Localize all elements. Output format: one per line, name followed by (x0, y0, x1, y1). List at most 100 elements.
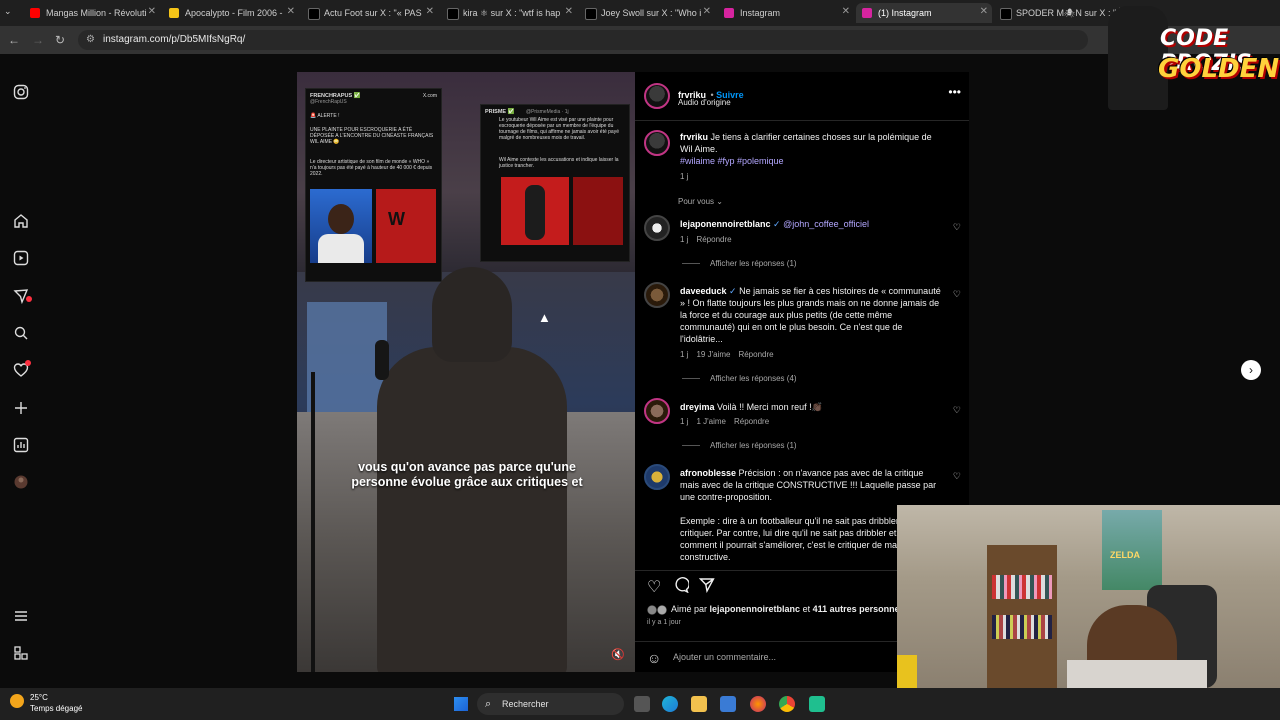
comment-avatar[interactable] (644, 282, 670, 308)
browser-tab-bar: ⌄ Mangas Million - Révolution ✕ Apocalypt… (0, 0, 1280, 26)
site-info-icon[interactable]: ⚙ (86, 30, 95, 50)
tab-6-active[interactable]: (1) Instagram ✕ (856, 3, 992, 23)
more-options-icon[interactable]: ••• (948, 85, 961, 99)
like-comment-icon[interactable]: ♡ (953, 289, 961, 300)
back-icon[interactable]: ← (8, 33, 20, 47)
for-you-dropdown[interactable]: Pour vous ⌄ (678, 197, 723, 206)
tweet-photo (501, 177, 569, 245)
video-subtitle: vous qu'on avance pas parce qu'une perso… (351, 460, 583, 489)
audio-label[interactable]: Audio d'origine (678, 98, 731, 107)
reply-button[interactable]: Répondre (696, 235, 731, 244)
windows-taskbar: 25°C Temps dégagé ⌕ Rechercher (0, 688, 1280, 720)
messages-icon[interactable] (13, 288, 32, 305)
author-avatar[interactable] (644, 83, 670, 109)
comment-1-meta: 1 j 19 J'aime Répondre (680, 350, 774, 359)
chrome-icon[interactable] (779, 696, 795, 712)
menu-icon[interactable] (13, 608, 29, 624)
close-tab-icon[interactable]: ✕ (148, 6, 156, 17)
tab-3[interactable]: kira ⚛ sur X : "wtf is hap ✕ (441, 3, 577, 23)
instagram-icon (724, 8, 734, 18)
create-icon[interactable] (13, 400, 29, 416)
edge-icon[interactable] (662, 696, 678, 712)
tab-0[interactable]: Mangas Million - Révolution ✕ (24, 3, 160, 23)
posted-time: il y a 1 jour (647, 619, 681, 626)
audio-mute-icon[interactable]: 🔇 (611, 648, 625, 661)
comment-icon[interactable] (673, 577, 690, 598)
tab-search-button[interactable]: ⌄ (4, 6, 12, 17)
view-replies-button[interactable]: Afficher les réponses (1) (682, 259, 797, 268)
close-tab-icon[interactable]: ✕ (287, 6, 295, 17)
comment-avatar[interactable] (644, 215, 670, 241)
search-icon[interactable] (13, 325, 29, 341)
url-field[interactable]: ⚙ instagram.com/p/Db5MIfsNgRq/ (78, 30, 1088, 50)
close-tab-icon[interactable]: ✕ (980, 6, 988, 17)
home-icon[interactable] (13, 213, 29, 229)
mic-stand (311, 372, 315, 672)
view-replies-button[interactable]: Afficher les réponses (4) (682, 374, 797, 383)
post-video[interactable]: FRENCHRAPUS ✅ @FrenchRapUS X.com 🚨 ALERT… (297, 72, 635, 672)
search-icon: ⌕ (485, 698, 492, 710)
x-icon (308, 8, 320, 20)
yellow-object (897, 655, 917, 688)
view-replies-button[interactable]: Afficher les réponses (1) (682, 441, 797, 450)
x-icon (447, 8, 459, 20)
comment-0: lejaponennoiretblanc ✓ @john_coffee_offi… (680, 219, 869, 229)
weather-widget[interactable]: 25°C Temps dégagé (10, 692, 82, 714)
next-post-button[interactable]: › (1241, 360, 1261, 380)
tab-1[interactable]: Apocalypto - Film 2006 - ✕ (163, 3, 299, 23)
address-bar-row: ← → ↻ ⚙ instagram.com/p/Db5MIfsNgRq/ (0, 26, 1280, 54)
x-icon (585, 8, 597, 20)
tab-2[interactable]: Actu Foot sur X : "« PAS D ✕ (302, 3, 438, 23)
comment-avatar[interactable] (644, 464, 670, 490)
post-header: frvriku • Suivre Audio d'origine ••• (635, 72, 969, 121)
comment-2: dreyima Voilà !! Merci mon reuf !👏🏿 (680, 402, 823, 412)
forward-icon[interactable]: → (32, 33, 44, 47)
tab-4[interactable]: Joey Swoll sur X : "Who is ✕ (579, 3, 715, 23)
file-explorer-icon[interactable] (691, 696, 707, 712)
dashboard-icon[interactable] (13, 437, 29, 453)
task-view-icon[interactable] (634, 696, 650, 712)
reload-icon[interactable]: ↻ (55, 33, 65, 47)
taskbar-search[interactable]: ⌕ Rechercher (477, 693, 624, 715)
threads-icon[interactable] (13, 645, 29, 661)
weather-sun-icon (10, 694, 24, 708)
windows-start-icon[interactable] (454, 697, 468, 711)
like-comment-icon[interactable]: ♡ (953, 471, 961, 482)
caption-time: 1 j (680, 172, 689, 181)
reply-button[interactable]: Répondre (734, 417, 769, 426)
store-icon[interactable] (720, 696, 736, 712)
tab-5[interactable]: Instagram ✕ (718, 3, 854, 23)
hashtags[interactable]: #wilaime #fyp #polemique (680, 156, 784, 166)
close-tab-icon[interactable]: ✕ (842, 6, 850, 17)
microphone (375, 340, 389, 380)
like-icon[interactable]: ♡ (647, 577, 661, 597)
app-icon[interactable] (809, 696, 825, 712)
url-text: instagram.com/p/Db5MIfsNgRq/ (103, 34, 246, 45)
share-icon[interactable] (698, 577, 715, 598)
comment-0-meta: 1 j Répondre (680, 235, 732, 244)
reply-button[interactable]: Répondre (738, 350, 773, 359)
reels-icon[interactable] (13, 250, 29, 266)
tweet-card-frenchrapus: FRENCHRAPUS ✅ @FrenchRapUS X.com 🚨 ALERT… (305, 88, 442, 282)
notification-dot-icon (26, 296, 32, 302)
instagram-icon (862, 8, 872, 18)
instagram-sidebar (0, 56, 44, 686)
firefox-icon[interactable] (750, 696, 766, 712)
tweet-poster (573, 177, 623, 245)
youtube-icon (30, 8, 40, 18)
tweet-card-prisme: PRISME ✅ @PrismeMedia · 1j Le youtubeur … (480, 104, 630, 262)
comment-avatar[interactable] (644, 398, 670, 424)
mouse-cursor-icon: ▲ (538, 310, 551, 325)
profile-icon[interactable] (13, 474, 29, 490)
like-comment-icon[interactable]: ♡ (953, 405, 961, 416)
emoji-icon[interactable]: ☺ (647, 650, 661, 666)
add-comment-input[interactable]: Ajouter un commentaire... (673, 652, 776, 662)
like-comment-icon[interactable]: ♡ (953, 222, 961, 233)
books (992, 615, 1052, 639)
close-tab-icon[interactable]: ✕ (703, 6, 711, 17)
close-tab-icon[interactable]: ✕ (565, 6, 573, 17)
notifications-icon[interactable] (13, 360, 31, 378)
close-tab-icon[interactable]: ✕ (426, 6, 434, 17)
caption-avatar[interactable] (644, 130, 670, 156)
instagram-logo-icon[interactable] (13, 84, 29, 100)
